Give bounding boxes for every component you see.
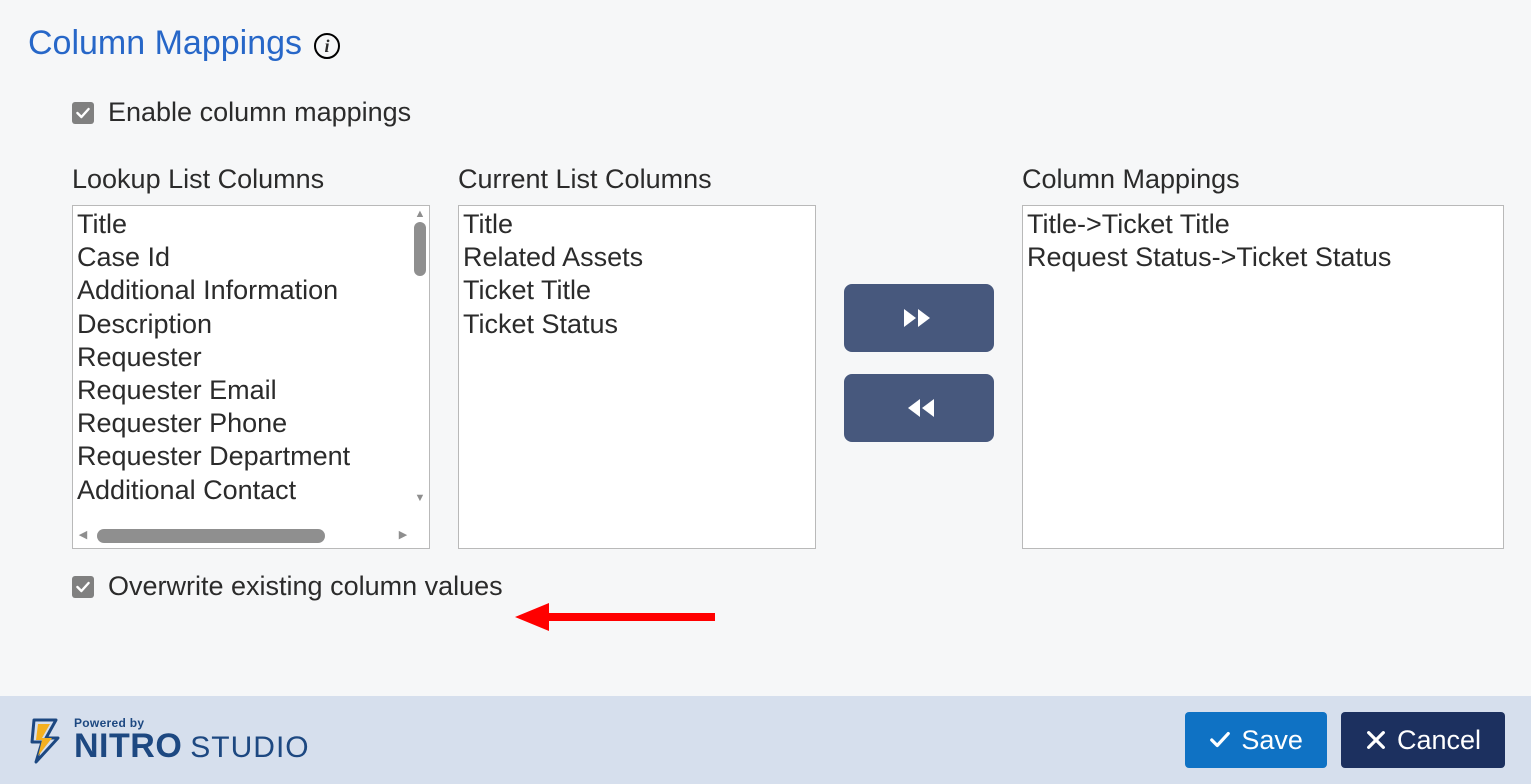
- lookup-vertical-scrollbar[interactable]: ▲ ▼: [413, 208, 427, 506]
- overwrite-values-row: Overwrite existing column values: [72, 571, 1503, 602]
- columns-area: Lookup List Columns TitleCase IdAddition…: [72, 164, 1503, 549]
- list-item[interactable]: Title->Ticket Title: [1027, 208, 1499, 241]
- scrollbar-thumb[interactable]: [97, 529, 325, 543]
- section-title: Column Mappings i: [28, 24, 1503, 63]
- mappings-listbox[interactable]: Title->Ticket TitleRequest Status->Ticke…: [1022, 205, 1504, 549]
- list-item[interactable]: Requester Phone: [77, 407, 425, 440]
- add-mapping-button[interactable]: [844, 284, 994, 352]
- cancel-button-label: Cancel: [1397, 725, 1481, 756]
- list-item[interactable]: Requester Department: [77, 440, 425, 473]
- list-item[interactable]: Case Id: [77, 241, 425, 274]
- mappings-column-group: Column Mappings Title->Ticket TitleReque…: [1022, 164, 1504, 549]
- logo-nitro-text: NITRO: [74, 729, 182, 763]
- list-item[interactable]: Ticket Title: [463, 274, 811, 307]
- enable-mappings-label: Enable column mappings: [108, 97, 411, 128]
- enable-mappings-checkbox[interactable]: [72, 102, 94, 124]
- list-item[interactable]: Description: [77, 308, 425, 341]
- list-item[interactable]: Request Status->Ticket Status: [1027, 241, 1499, 274]
- scroll-right-icon[interactable]: ▶: [395, 529, 411, 543]
- scroll-down-icon[interactable]: ▼: [413, 492, 427, 506]
- list-item[interactable]: Title: [77, 208, 425, 241]
- enable-mappings-row: Enable column mappings: [72, 97, 1503, 128]
- scrollbar-thumb[interactable]: [414, 222, 426, 276]
- scroll-up-icon[interactable]: ▲: [413, 208, 427, 222]
- remove-mapping-button[interactable]: [844, 374, 994, 442]
- annotation-arrow: [515, 597, 715, 637]
- list-item[interactable]: Related Assets: [463, 241, 811, 274]
- list-item[interactable]: Additional Contact: [77, 474, 425, 507]
- current-listbox[interactable]: TitleRelated AssetsTicket TitleTicket St…: [458, 205, 816, 549]
- list-item[interactable]: Additional Information: [77, 274, 425, 307]
- overwrite-values-checkbox[interactable]: [72, 576, 94, 598]
- save-button-label: Save: [1241, 725, 1303, 756]
- scroll-left-icon[interactable]: ◀: [75, 529, 91, 543]
- lookup-list-label: Lookup List Columns: [72, 164, 430, 195]
- list-item[interactable]: Requester: [77, 341, 425, 374]
- mappings-list-label: Column Mappings: [1022, 164, 1504, 195]
- close-icon: [1365, 729, 1387, 751]
- list-item[interactable]: Ticket Status: [463, 308, 811, 341]
- forward-icon: [902, 305, 936, 331]
- lookup-horizontal-scrollbar[interactable]: ◀ ▶: [75, 528, 411, 544]
- cancel-button[interactable]: Cancel: [1341, 712, 1505, 768]
- current-column-group: Current List Columns TitleRelated Assets…: [458, 164, 816, 549]
- list-item[interactable]: Requester Email: [77, 374, 425, 407]
- save-button[interactable]: Save: [1185, 712, 1327, 768]
- check-icon: [75, 579, 91, 595]
- check-icon: [1209, 729, 1231, 751]
- footer: Powered by NITRO STUDIO Save Cancel: [0, 696, 1531, 784]
- backward-icon: [902, 395, 936, 421]
- current-list-label: Current List Columns: [458, 164, 816, 195]
- lookup-column-group: Lookup List Columns TitleCase IdAddition…: [72, 164, 430, 549]
- lookup-listbox[interactable]: TitleCase IdAdditional InformationDescri…: [72, 205, 430, 549]
- list-item[interactable]: Title: [463, 208, 811, 241]
- section-title-text: Column Mappings: [28, 24, 302, 63]
- logo-studio-text: STUDIO: [190, 733, 309, 763]
- logo-icon: [26, 716, 66, 764]
- nitro-studio-logo: Powered by NITRO STUDIO: [26, 716, 310, 764]
- move-buttons: [844, 284, 994, 442]
- footer-buttons: Save Cancel: [1185, 712, 1505, 768]
- overwrite-values-label: Overwrite existing column values: [108, 571, 503, 602]
- check-icon: [75, 105, 91, 121]
- info-icon[interactable]: i: [314, 33, 340, 59]
